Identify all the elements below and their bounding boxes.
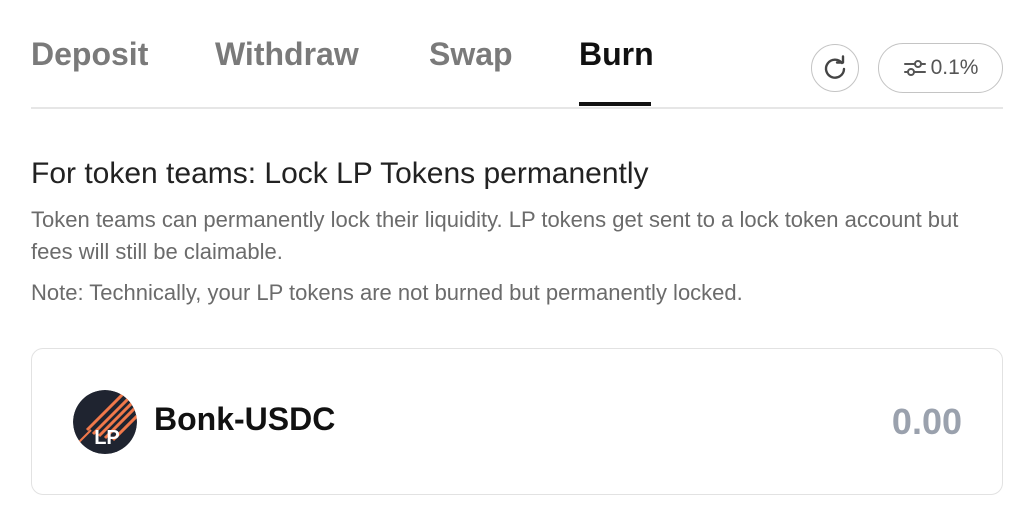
slippage-settings-button[interactable]: 0.1% xyxy=(878,43,1003,93)
burn-panel: Deposit Withdraw Swap Burn 0.1% For toke… xyxy=(0,0,1024,510)
refresh-icon xyxy=(822,55,848,81)
lp-logo-text: LP xyxy=(94,427,120,449)
tab-withdraw[interactable]: Withdraw xyxy=(215,36,359,72)
lp-token-logo: LP xyxy=(73,390,137,454)
slippage-value: 0.1% xyxy=(930,56,979,79)
token-pair-name: Bonk-USDC xyxy=(154,401,336,437)
refresh-button[interactable] xyxy=(811,44,859,92)
tab-burn[interactable]: Burn xyxy=(579,36,654,72)
token-input-card[interactable]: LP Bonk-USDC 0.00 xyxy=(31,348,1003,495)
section-description: Token teams can permanently lock their l… xyxy=(31,207,959,264)
section-heading: For token teams: Lock LP Tokens permanen… xyxy=(31,157,649,190)
section-note: Note: Technically, your LP tokens are no… xyxy=(31,280,743,305)
active-tab-indicator xyxy=(579,102,651,106)
tab-swap[interactable]: Swap xyxy=(429,36,513,72)
token-amount-input[interactable]: 0.00 xyxy=(892,401,962,443)
sliders-icon xyxy=(903,58,927,78)
tab-deposit[interactable]: Deposit xyxy=(31,36,148,72)
